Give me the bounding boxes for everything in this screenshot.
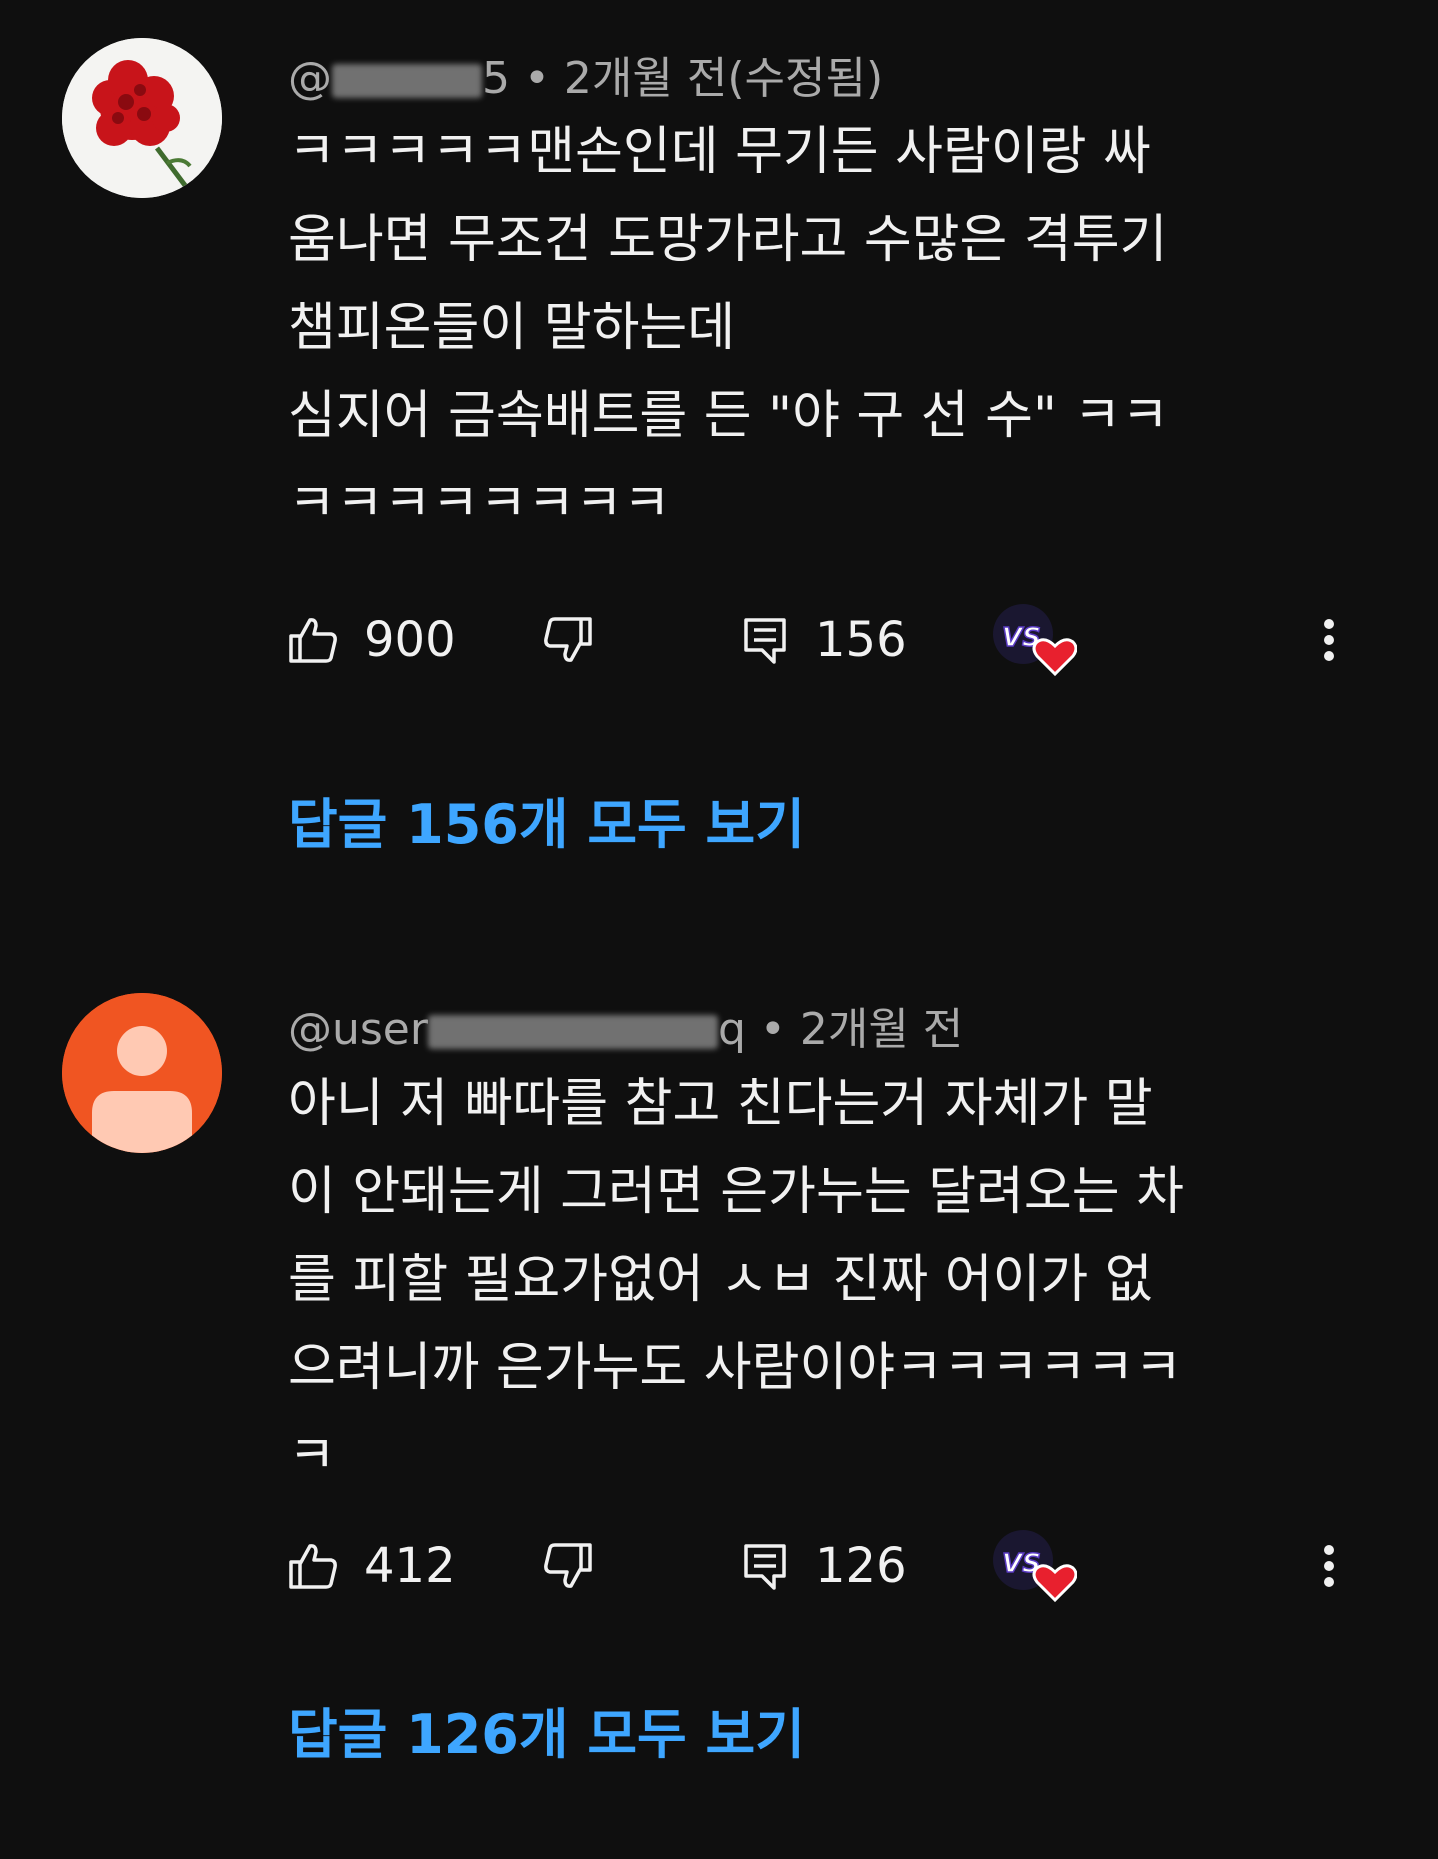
comment-time: • 2개월 전 [745, 1004, 964, 1055]
dislike-button[interactable] [543, 1526, 593, 1606]
reply-count: 126 [815, 1538, 907, 1594]
comment-text: ㅋㅋㅋㅋㅋ맨손인데 무기든 사람이랑 싸 움나면 무조건 도망가라고 수많은 격… [288, 122, 1170, 534]
redacted-handle [332, 64, 482, 98]
thumbs-down-icon [544, 617, 592, 662]
creator-heart-badge: VS [993, 1526, 1077, 1606]
comment-time: • 2개월 전(수정됨) [510, 53, 884, 104]
more-actions-button[interactable] [1323, 600, 1335, 680]
view-replies-link[interactable]: 답글 126개 모두 보기 [288, 1690, 805, 1769]
reply-count: 156 [815, 612, 907, 668]
comment-icon [744, 618, 786, 664]
redacted-handle [427, 1015, 718, 1049]
avatar[interactable] [62, 38, 222, 198]
like-count: 412 [364, 1538, 456, 1594]
comment-thread: @5 • 2개월 전(수정됨) ㅋㅋㅋㅋㅋ맨손인데 무기든 사람이랑 싸 움나면… [0, 0, 1438, 930]
comment-actions: 900 156 VS [288, 600, 1358, 680]
like-button[interactable]: 900 [288, 600, 456, 680]
reply-button[interactable]: 126 [743, 1526, 907, 1606]
default-user-avatar-icon [62, 993, 222, 1153]
comment-text: 아니 저 빠따를 참고 친다는거 자체가 말 이 안돼는게 그러면 은가누는 달… [288, 1074, 1184, 1486]
comment-header: @5 • 2개월 전(수정됨) [288, 42, 883, 106]
creator-heart-icon: VS [993, 604, 1077, 677]
more-vertical-icon [1324, 1545, 1334, 1587]
comment-thread: @user q • 2개월 전 아니 저 빠따를 참고 친다는거 자체가 말 이 … [0, 930, 1438, 1859]
author-handle[interactable]: @5 [288, 53, 510, 104]
avatar[interactable] [62, 993, 222, 1153]
more-actions-button[interactable] [1323, 1526, 1335, 1606]
like-count: 900 [364, 612, 456, 668]
comment-icon [744, 1544, 786, 1590]
more-vertical-icon [1324, 619, 1334, 661]
comment-actions: 412 126 VS [288, 1526, 1358, 1606]
comment-header: @user q • 2개월 전 [288, 993, 963, 1057]
thumbs-down-icon [544, 1543, 592, 1588]
view-replies-link[interactable]: 답글 156개 모두 보기 [288, 780, 805, 859]
reply-button[interactable]: 156 [743, 600, 907, 680]
thumbs-up-icon [289, 618, 337, 663]
author-handle[interactable]: @user q [288, 1004, 746, 1055]
carnation-avatar-image [62, 38, 222, 198]
like-button[interactable]: 412 [288, 1526, 456, 1606]
thumbs-up-icon [289, 1544, 337, 1589]
creator-heart-icon: VS [993, 1530, 1077, 1603]
dislike-button[interactable] [543, 600, 593, 680]
creator-heart-badge: VS [993, 600, 1077, 680]
